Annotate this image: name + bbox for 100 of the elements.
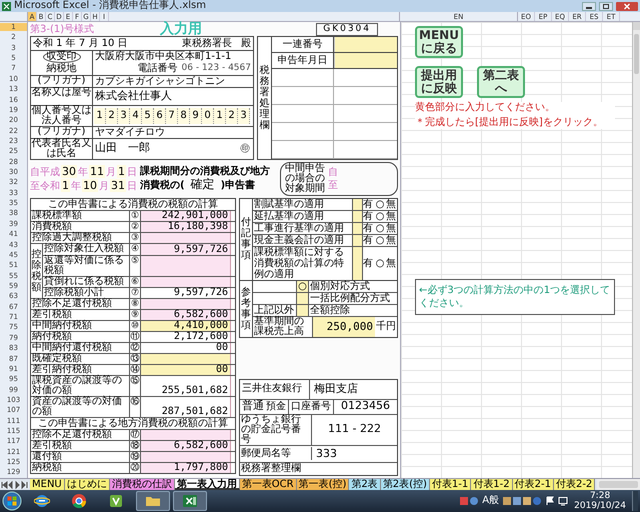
name-value: 山田 一郎 [94, 140, 151, 156]
row-label: 控除対象仕入税額 [43, 244, 130, 254]
field-label: (フリガナ) [31, 76, 93, 87]
period-label: 自平成 [30, 166, 60, 178]
account-type: 普通 [241, 398, 265, 414]
date-value: 1 [61, 178, 70, 192]
date-unit: 月 [106, 166, 116, 178]
amount-cell: 16,180,398 [141, 222, 230, 232]
selection-mark: ○ [374, 234, 386, 246]
filing-date: 令和 1 年 7 月 10 日 [33, 38, 128, 50]
row-label: 納税額 [31, 462, 130, 472]
digit-cell: 0 [202, 108, 214, 124]
browser-icon [34, 493, 50, 509]
phone-value: 06 - 123 - 4567 [182, 63, 251, 74]
sheet-tab[interactable]: 第2表(控) [380, 479, 430, 490]
sheet-tab[interactable]: 付表1-2 [471, 479, 513, 490]
action-button[interactable]: 提出用に反映 [415, 66, 463, 98]
input-field[interactable] [297, 292, 309, 304]
input-field[interactable] [353, 210, 363, 222]
sheet-tab[interactable]: 消費税の仕訳 [110, 479, 175, 490]
row-label: 中間納付税額 [31, 320, 130, 330]
row-label: 資産の譲渡等の対価の額 [31, 396, 130, 416]
option-text: 有 [363, 210, 374, 222]
sheet-tab[interactable]: 付表2-1 [512, 479, 554, 490]
unit-label: 千円 [375, 320, 397, 334]
row-label: 還付額 [31, 452, 130, 462]
option-text: 無 [386, 198, 397, 210]
account-number: 0123456 [340, 398, 391, 414]
tray-icons[interactable] [502, 496, 542, 506]
amount-cell: 6,582,600 [141, 310, 230, 320]
row-label: 控除過大調整税額 [31, 232, 130, 242]
show-desktop-button[interactable] [632, 491, 638, 511]
period-label: 至令和 [30, 180, 60, 192]
receipt-stamp: 収受印 [42, 51, 80, 63]
row-label: 差引税額 [31, 310, 130, 320]
bank-name: 三井住友銀行 [240, 379, 310, 399]
input-field[interactable] [353, 222, 363, 234]
input-field[interactable] [353, 198, 363, 210]
sheet-tab[interactable]: 第一表(控) [296, 479, 350, 490]
input-field[interactable]: ○ [297, 280, 309, 292]
tax-office: 東税務署長 [182, 38, 232, 50]
row-label: 課税資産の譲渡等の対価の額 [31, 376, 130, 396]
selection-mark: ○ [374, 210, 386, 222]
row-label: 納付税額 [31, 332, 130, 342]
flag-icon[interactable] [545, 496, 556, 506]
date-unit: 年 [71, 180, 81, 192]
field-label: 電話番号 [138, 63, 178, 74]
sheet-tab[interactable]: 付表2-2 [554, 479, 596, 490]
sheet-tab[interactable]: MENU [30, 479, 65, 490]
action-button[interactable]: 第二表へ [477, 66, 525, 98]
ime-indicator[interactable]: A般 [482, 495, 500, 507]
row-label: 消費税額 [31, 222, 130, 232]
digit-cell: 2 [106, 108, 118, 124]
vertical-scrollbar[interactable] [632, 22, 640, 478]
monitor-icon[interactable] [558, 496, 568, 506]
option-text: 有 [363, 234, 374, 246]
tray-icons[interactable] [459, 496, 480, 506]
tab-scroll-icon[interactable] [0, 479, 30, 491]
sheet-tab[interactable]: 第一表OCR [240, 479, 297, 490]
start-button[interactable] [2, 491, 22, 511]
amount-cell: 9,597,726 [141, 244, 230, 254]
row-label: 差引税額 [31, 440, 130, 450]
clock-date[interactable]: 2019/10/24 [574, 501, 626, 511]
return-title: )申告書 [220, 179, 256, 192]
horizontal-scrollbar[interactable] [597, 479, 640, 490]
field-label: 納税地 [46, 63, 76, 75]
period-label: 自 [328, 166, 339, 178]
section-title: この申告書による地方消費税の税額の計算 [31, 416, 235, 428]
date-value: 10 [82, 178, 98, 192]
digit-cell: 5 [142, 108, 154, 124]
return-type: 確定 [190, 178, 216, 191]
instruction-note: ＊完成したら[提出用に反映]をクリック。 [415, 117, 604, 129]
sheet-tab[interactable]: はじめに [64, 479, 110, 490]
row-label: 返還等対価に係る税額 [43, 256, 130, 276]
sheet-tab[interactable]: 付表1-1 [430, 479, 472, 490]
minimize-icon[interactable] [582, 2, 596, 10]
hint-box: ←必ず3つの計算方法の中の1つを選択してください。 [415, 279, 615, 315]
input-field[interactable] [297, 304, 309, 316]
option-text: 有 [363, 222, 374, 234]
panel-title: 税務署処理欄 [260, 64, 270, 131]
close-icon[interactable] [616, 2, 638, 10]
date-value: 1 [117, 164, 126, 178]
sheet-tab[interactable]: 第一表入力用 [174, 479, 240, 490]
sheet-tab[interactable]: 第2表 [349, 479, 381, 490]
option-text: 無 [386, 234, 397, 246]
amount-cell: 250,000 [313, 316, 375, 336]
spreadsheet-icon [182, 493, 198, 509]
clock-time[interactable]: 7:28 [590, 491, 610, 501]
period-label: 至 [328, 180, 339, 190]
digit-cell: 1 [94, 108, 106, 124]
row-label: 貸倒れに係る税額 [43, 276, 130, 286]
digit-cell: 4 [130, 108, 142, 124]
date-unit: 日 [127, 180, 137, 192]
amount-cell: 6,582,600 [141, 440, 230, 450]
input-field[interactable] [353, 246, 363, 280]
action-button[interactable]: MENUに戻る [415, 26, 463, 58]
input-field[interactable] [353, 234, 363, 246]
maximize-icon[interactable] [599, 2, 613, 10]
amount-cell: 242,901,000 [141, 210, 230, 220]
group-label: 控除税額 [32, 248, 42, 292]
